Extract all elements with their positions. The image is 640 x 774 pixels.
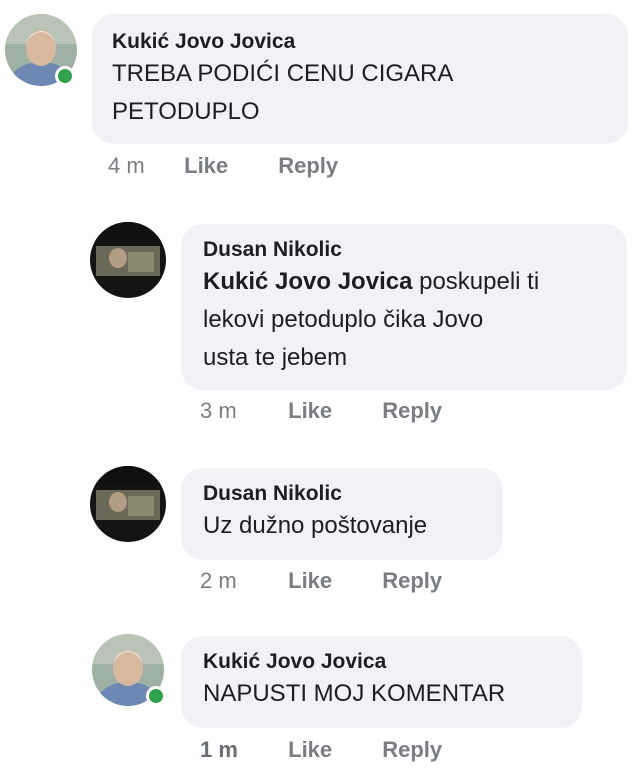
comment-text: Uz dužno poštovanje — [203, 512, 428, 539]
comment-author[interactable]: Kukić Jovo Jovica — [203, 649, 560, 675]
comment-actions: 1 m Like Reply — [200, 737, 442, 763]
comment-actions: 3 m Like Reply — [200, 398, 442, 424]
like-button[interactable]: Like — [288, 398, 376, 424]
comment-timestamp[interactable]: 3 m — [200, 398, 282, 424]
comment-author[interactable]: Dusan Nikolic — [203, 237, 605, 263]
reply-button[interactable]: Reply — [382, 398, 442, 424]
online-status-icon — [146, 686, 166, 706]
comment-actions: 4 m Like Reply — [108, 153, 338, 179]
comment-bubble: Dusan Nikolic Uz dužno poštovanje — [181, 468, 503, 560]
comment-timestamp[interactable]: 2 m — [200, 568, 282, 594]
avatar[interactable] — [90, 222, 166, 298]
comment-text: TREBA PODIĆI CENU CIGARA PETODUPLO — [112, 60, 454, 125]
comment-bubble: Dusan Nikolic Kukić Jovo Jovica poskupel… — [181, 224, 627, 390]
like-button[interactable]: Like — [288, 568, 376, 594]
profile-photo-icon — [90, 222, 166, 298]
online-status-icon — [55, 66, 75, 86]
like-button[interactable]: Like — [288, 737, 376, 763]
avatar[interactable] — [90, 466, 166, 542]
comment-text: Kukić Jovo Jovica poskupeli ti lekovi pe… — [203, 268, 540, 371]
comment-bubble: Kukić Jovo Jovica NAPUSTI MOJ KOMENTAR — [181, 636, 582, 728]
comment-actions: 2 m Like Reply — [200, 568, 442, 594]
comment-author[interactable]: Kukić Jovo Jovica — [112, 29, 608, 55]
comment-author[interactable]: Dusan Nikolic — [203, 481, 481, 507]
like-button[interactable]: Like — [184, 153, 272, 179]
comment-timestamp[interactable]: 1 m — [200, 737, 282, 763]
mention-link[interactable]: Kukić Jovo Jovica — [203, 268, 412, 295]
reply-button[interactable]: Reply — [278, 153, 338, 179]
reply-button[interactable]: Reply — [382, 568, 442, 594]
comment-timestamp[interactable]: 4 m — [108, 153, 178, 179]
reply-button[interactable]: Reply — [382, 737, 442, 763]
profile-photo-icon — [90, 466, 166, 542]
comment-bubble: Kukić Jovo Jovica TREBA PODIĆI CENU CIGA… — [92, 14, 628, 144]
comment-text: NAPUSTI MOJ KOMENTAR — [203, 680, 506, 707]
